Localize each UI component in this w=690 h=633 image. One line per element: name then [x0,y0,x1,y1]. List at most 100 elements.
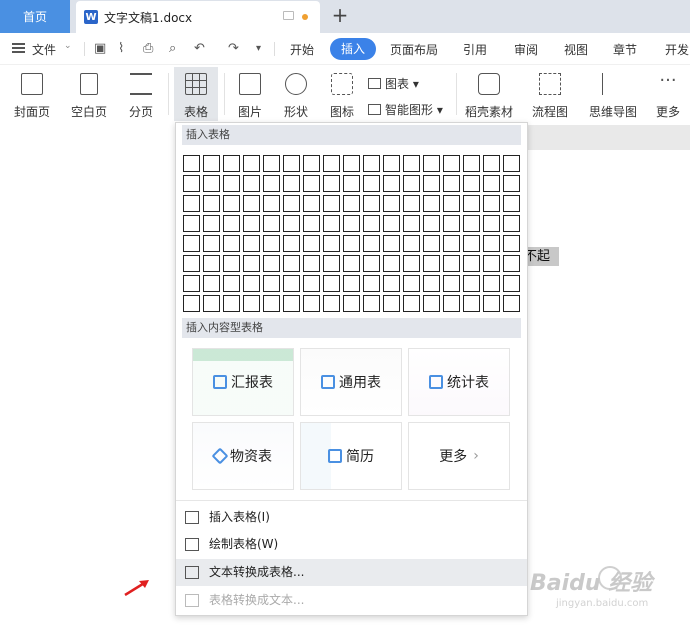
grid-cell[interactable] [423,195,440,212]
grid-cell[interactable] [363,295,380,312]
shape-button[interactable]: 形状 [274,67,318,121]
grid-cell[interactable] [443,175,460,192]
grid-cell[interactable] [383,175,400,192]
grid-cell[interactable] [483,175,500,192]
hamburger-icon[interactable] [12,43,25,53]
grid-cell[interactable] [423,215,440,232]
grid-cell[interactable] [283,175,300,192]
grid-cell[interactable] [183,215,200,232]
grid-cell[interactable] [263,195,280,212]
flowchart-button[interactable]: 流程图 [524,67,576,121]
grid-cell[interactable] [323,215,340,232]
grid-cell[interactable] [403,235,420,252]
grid-cell[interactable] [343,215,360,232]
grid-cell[interactable] [303,155,320,172]
tab-view[interactable]: 视图 [564,41,588,58]
grid-cell[interactable] [303,235,320,252]
text-to-table-menu-item[interactable]: 文本转换成表格... [176,559,527,586]
grid-cell[interactable] [263,175,280,192]
grid-cell[interactable] [183,275,200,292]
grid-cell[interactable] [243,175,260,192]
grid-cell[interactable] [503,195,520,212]
grid-cell[interactable] [503,255,520,272]
grid-cell[interactable] [483,215,500,232]
grid-cell[interactable] [503,275,520,292]
grid-cell[interactable] [303,255,320,272]
grid-cell[interactable] [443,195,460,212]
grid-cell[interactable] [423,275,440,292]
grid-cell[interactable] [183,175,200,192]
grid-cell[interactable] [363,195,380,212]
grid-cell[interactable] [223,295,240,312]
grid-cell[interactable] [283,295,300,312]
grid-cell[interactable] [243,295,260,312]
grid-cell[interactable] [403,175,420,192]
grid-cell[interactable] [363,275,380,292]
grid-cell[interactable] [283,155,300,172]
grid-cell[interactable] [223,255,240,272]
grid-cell[interactable] [183,235,200,252]
grid-cell[interactable] [403,255,420,272]
grid-cell[interactable] [423,255,440,272]
grid-cell[interactable] [343,275,360,292]
grid-cell[interactable] [203,275,220,292]
grid-cell[interactable] [263,255,280,272]
grid-cell[interactable] [463,235,480,252]
grid-cell[interactable] [303,215,320,232]
grid-cell[interactable] [503,175,520,192]
grid-cell[interactable] [223,235,240,252]
grid-cell[interactable] [503,295,520,312]
grid-cell[interactable] [423,235,440,252]
tab-sections[interactable]: 章节 [613,41,637,58]
smart-shape-button[interactable]: 智能图形 ▾ [368,101,443,118]
grid-cell[interactable] [463,175,480,192]
tab-page-layout[interactable]: 页面布局 [390,41,438,58]
grid-cell[interactable] [483,155,500,172]
grid-cell[interactable] [343,155,360,172]
grid-cell[interactable] [263,215,280,232]
grid-cell[interactable] [443,295,460,312]
grid-cell[interactable] [183,255,200,272]
grid-cell[interactable] [203,295,220,312]
table-size-grid[interactable] [183,155,520,312]
grid-cell[interactable] [403,275,420,292]
grid-cell[interactable] [363,155,380,172]
grid-cell[interactable] [243,195,260,212]
grid-cell[interactable] [323,295,340,312]
grid-cell[interactable] [383,275,400,292]
tab-references[interactable]: 引用 [463,41,487,58]
grid-cell[interactable] [203,175,220,192]
grid-cell[interactable] [443,215,460,232]
tab-developer[interactable]: 开发 [665,41,689,58]
tab-review[interactable]: 审阅 [514,41,538,58]
grid-cell[interactable] [323,195,340,212]
customize-caret-icon[interactable]: ▾ [256,43,261,54]
grid-cell[interactable] [463,215,480,232]
more-templates-card[interactable]: 更多 › [408,422,510,490]
grid-cell[interactable] [183,295,200,312]
grid-cell[interactable] [263,235,280,252]
grid-cell[interactable] [403,215,420,232]
grid-cell[interactable] [323,255,340,272]
grid-cell[interactable] [343,175,360,192]
grid-cell[interactable] [323,275,340,292]
grid-cell[interactable] [483,235,500,252]
grid-cell[interactable] [483,295,500,312]
table-button[interactable]: 表格 [174,67,218,121]
insert-table-menu-item[interactable]: 插入表格(I) [176,504,527,531]
grid-cell[interactable] [203,155,220,172]
grid-cell[interactable] [383,195,400,212]
grid-cell[interactable] [283,255,300,272]
mindmap-button[interactable]: 思维导图 [582,67,644,121]
grid-cell[interactable] [363,255,380,272]
grid-cell[interactable] [303,275,320,292]
grid-cell[interactable] [223,155,240,172]
grid-cell[interactable] [463,195,480,212]
grid-cell[interactable] [263,155,280,172]
grid-cell[interactable] [463,155,480,172]
grid-cell[interactable] [383,215,400,232]
grid-cell[interactable] [243,255,260,272]
grid-cell[interactable] [483,195,500,212]
grid-cell[interactable] [283,195,300,212]
grid-cell[interactable] [463,275,480,292]
